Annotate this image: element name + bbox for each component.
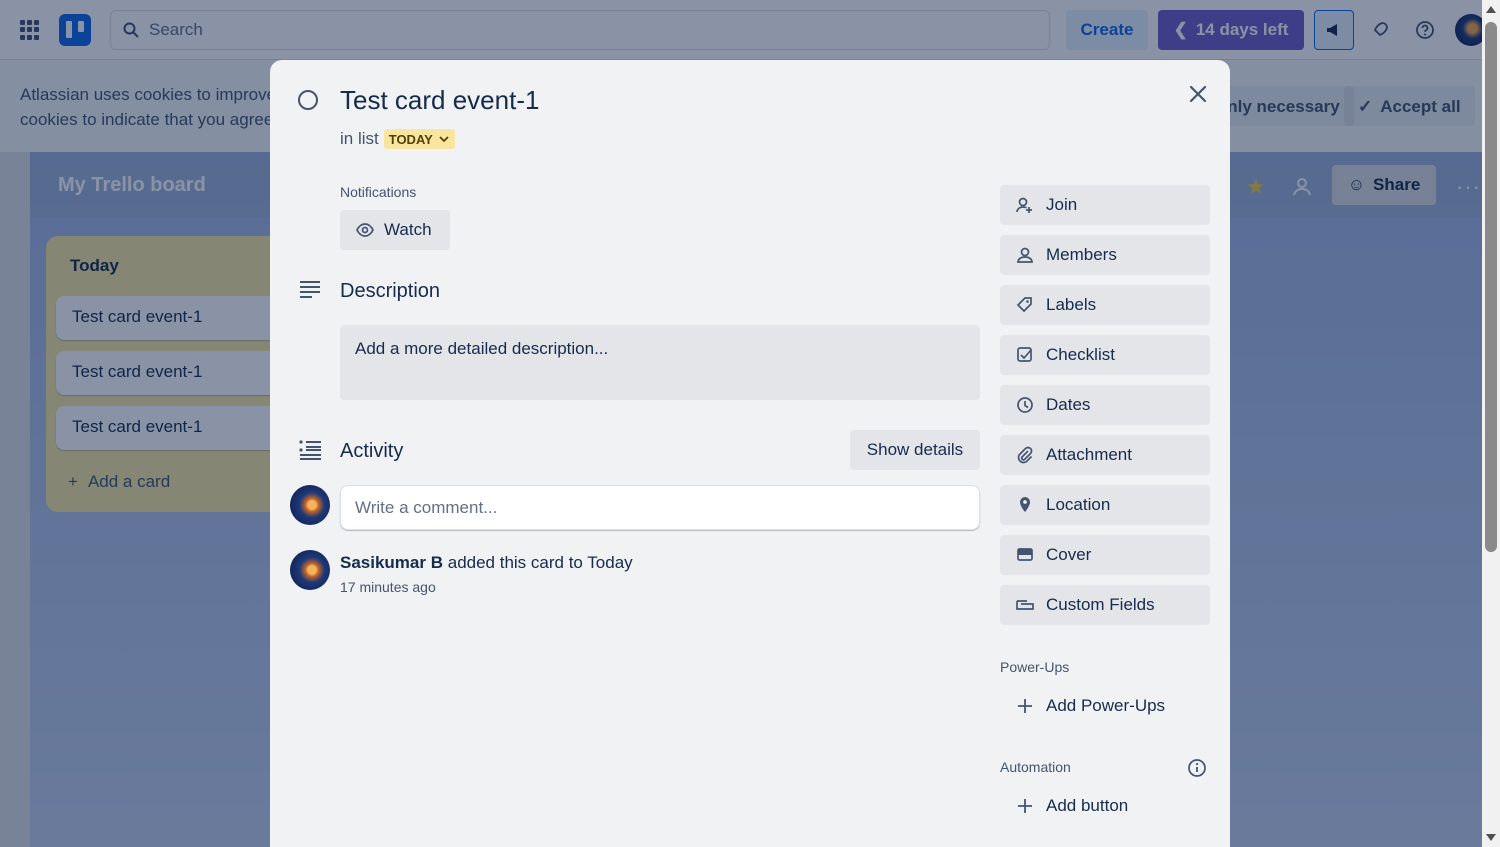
notifications-label: Notifications [340,184,417,200]
watch-button[interactable]: Watch [340,210,450,250]
list-selector[interactable]: TODAY [383,129,455,149]
activity-user[interactable]: Sasikumar B [340,553,443,572]
activity-entry: Sasikumar B added this card to Today [340,553,633,573]
scroll-up-arrow-icon[interactable] [1486,6,1496,13]
tag-icon [1016,297,1032,313]
description-icon [300,281,320,298]
pin-icon [1020,497,1030,512]
location-button[interactable]: Location [1000,485,1210,525]
show-details-button[interactable]: Show details [850,430,980,470]
custom-fields-label: Custom Fields [1046,595,1155,614]
card-detail-modal: Test card event-1 in list TODAY Notifica… [270,60,1230,847]
close-button[interactable] [1180,76,1216,112]
person-icon [1017,247,1033,263]
avatar[interactable] [290,550,330,590]
automation-title: Automation [1000,759,1071,775]
comment-input[interactable]: Write a comment... [340,485,980,530]
activity-icon [299,440,321,460]
location-label: Location [1046,495,1111,514]
cover-icon [1017,548,1033,561]
plus-icon [1018,699,1032,713]
join-icon [1016,197,1032,213]
attachment-button[interactable]: Attachment [1000,435,1210,475]
powerups-title: Power-Ups [1000,659,1070,675]
attachment-label: Attachment [1046,445,1132,464]
activity-title: Activity [340,440,404,462]
description-title: Description [340,280,441,302]
chevron-down-icon [439,136,449,143]
close-icon [1189,85,1207,103]
eye-icon [356,223,374,237]
join-label: Join [1046,195,1078,214]
plus-icon [1018,799,1032,813]
info-icon[interactable] [1187,758,1207,778]
activity-time[interactable]: 17 minutes ago [340,579,436,595]
checkbox-icon [1017,347,1032,362]
add-powerups-button[interactable]: Add Power-Ups [1000,686,1210,726]
add-automation-button[interactable]: Add button [1000,786,1210,826]
in-list-prefix: in list [340,129,379,148]
clock-icon [1017,397,1033,413]
custom-fields-button[interactable]: Custom Fields [1000,585,1210,625]
avatar[interactable] [290,485,330,525]
add-powerups-label: Add Power-Ups [1046,696,1166,715]
card-list-info: in list TODAY [340,129,455,149]
members-label: Members [1046,245,1117,264]
checklist-label: Checklist [1046,345,1115,364]
list-name: TODAY [388,131,433,147]
complete-toggle[interactable] [298,90,318,110]
join-button[interactable]: Join [1000,185,1210,225]
card-title[interactable]: Test card event-1 [340,85,539,116]
labels-button[interactable]: Labels [1000,285,1210,325]
description-editor[interactable]: Add a more detailed description... [340,325,980,400]
activity-action: added this card to Today [447,553,633,572]
paperclip-icon [1017,446,1033,464]
dates-label: Dates [1046,395,1091,414]
members-button[interactable]: Members [1000,235,1210,275]
scroll-down-arrow-icon[interactable] [1486,834,1496,841]
checklist-button[interactable]: Checklist [1000,335,1210,375]
cover-button[interactable]: Cover [1000,535,1210,575]
watch-label: Watch [384,220,432,239]
scrollbar-thumb[interactable] [1485,22,1497,552]
field-icon [1016,600,1034,610]
labels-label: Labels [1046,295,1097,314]
cover-label: Cover [1046,545,1092,564]
dates-button[interactable]: Dates [1000,385,1210,425]
add-button-label: Add button [1046,796,1129,815]
page-scrollbar[interactable] [1482,0,1500,847]
